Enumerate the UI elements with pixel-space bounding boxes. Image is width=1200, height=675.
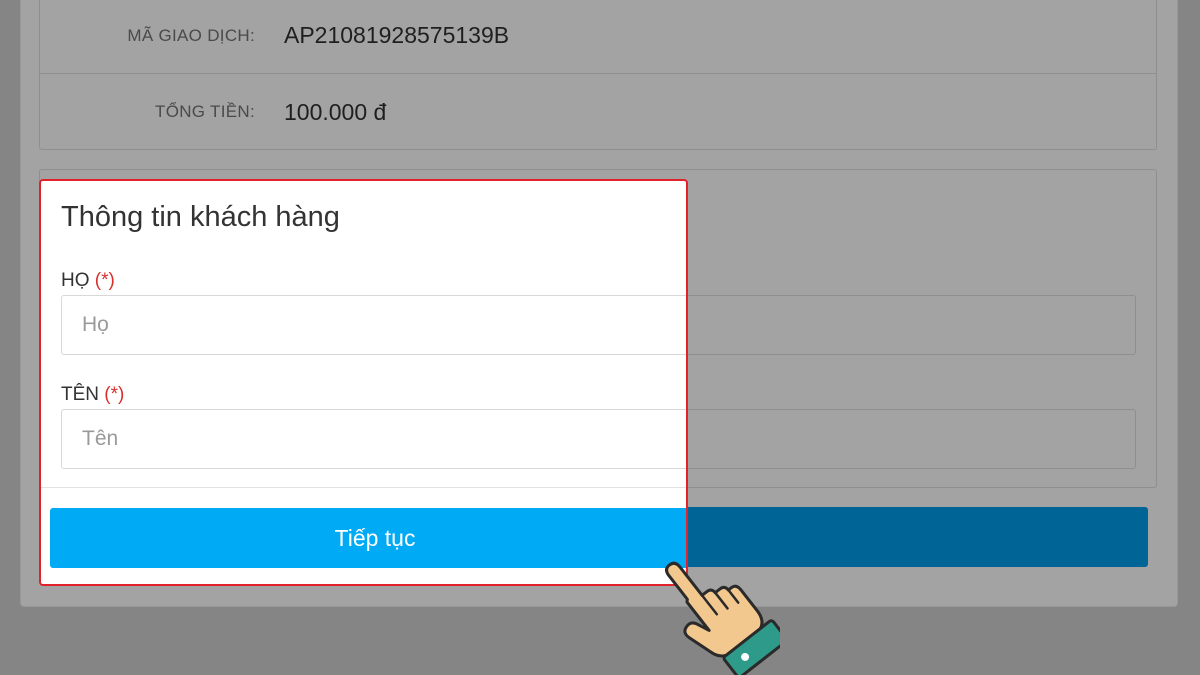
required-marker: (*) — [94, 270, 115, 291]
first-name-label: TÊN (*) — [61, 384, 124, 406]
first-name-input[interactable]: Tên — [61, 409, 686, 469]
required-marker: (*) — [104, 384, 125, 405]
last-name-input[interactable]: Họ — [61, 295, 686, 355]
continue-button[interactable]: Tiếp tục — [50, 508, 686, 568]
total-label: TỔNG TIỀN: — [155, 102, 255, 121]
transaction-summary: MÃ GIAO DỊCH: AP21081928575139B TỔNG TIỀ… — [39, 0, 1157, 150]
customer-info-highlight: Thông tin khách hàng HỌ (*) Họ TÊN (*) T… — [39, 179, 688, 586]
pointing-hand-icon — [665, 561, 780, 675]
transaction-id-label: MÃ GIAO DỊCH: — [127, 25, 255, 45]
transaction-id-row: MÃ GIAO DỊCH: AP21081928575139B — [40, 0, 1156, 74]
last-name-placeholder: Họ — [82, 313, 109, 336]
first-name-label-text: TÊN — [61, 384, 99, 405]
last-name-label-text: HỌ — [61, 270, 90, 291]
continue-button-label: Tiếp tục — [334, 524, 416, 551]
form-divider — [41, 487, 686, 488]
total-value: 100.000 đ — [284, 98, 387, 125]
last-name-label: HỌ (*) — [61, 270, 115, 292]
transaction-id-value: AP21081928575139B — [284, 22, 510, 48]
first-name-placeholder: Tên — [82, 427, 119, 450]
form-title: Thông tin khách hàng — [61, 201, 340, 233]
total-row: TỔNG TIỀN: 100.000 đ — [40, 74, 1156, 150]
